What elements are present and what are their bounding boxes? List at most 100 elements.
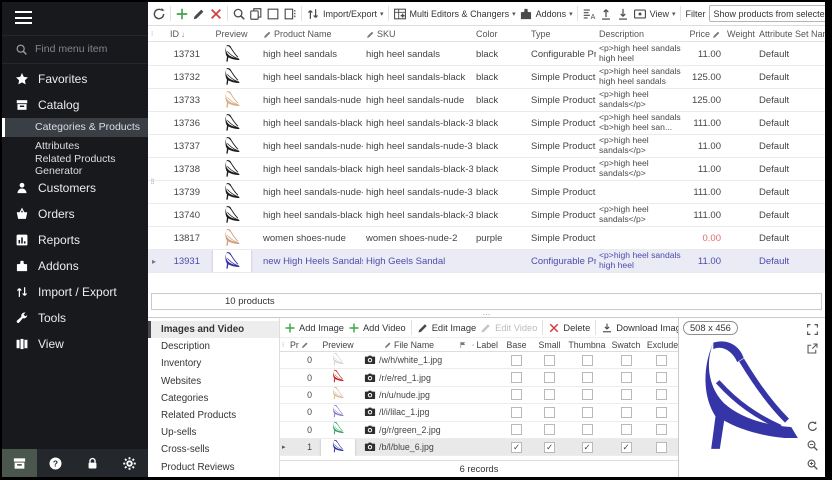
column-header-base[interactable]: Base (500, 340, 533, 350)
sidebar-subitem-related-products-generator[interactable]: Related Products Generator (2, 156, 148, 175)
tab-websites[interactable]: Websites (148, 373, 279, 390)
column-header-thumbna[interactable]: Thumbna (566, 340, 608, 350)
product-row-13817[interactable]: 13817 women shoes-nudewomen shoes-nude-2… (148, 227, 825, 250)
thumbnail-checkbox[interactable] (582, 407, 593, 418)
base-checkbox[interactable]: ✓ (511, 442, 522, 453)
category-filter-select[interactable]: Show products from selected categories ▾ (709, 5, 825, 22)
product-row-13737[interactable]: 13737 high heel sandals-nude-36high heel… (148, 135, 825, 158)
column-header-small[interactable]: Small (533, 340, 566, 350)
download-image-button[interactable]: Download Image (601, 322, 679, 334)
zoom-out-icon[interactable] (806, 439, 819, 452)
swatch-checkbox[interactable] (621, 389, 632, 400)
exclude-checkbox[interactable] (656, 355, 667, 366)
swatch-checkbox[interactable] (621, 407, 632, 418)
column-header-color[interactable]: Color (473, 27, 528, 41)
settings-button[interactable] (112, 449, 147, 477)
sidebar-item-tools[interactable]: Tools (2, 305, 148, 331)
exclude-checkbox[interactable] (656, 442, 667, 453)
base-checkbox[interactable] (511, 389, 522, 400)
delete-product-button[interactable] (209, 7, 223, 21)
column-header-label[interactable]: Label (470, 340, 500, 350)
exclude-checkbox[interactable] (656, 407, 667, 418)
sidebar-item-orders[interactable]: Orders (2, 201, 148, 227)
sidebar-item-import-export[interactable]: Import / Export (2, 279, 148, 305)
sidebar-item-view[interactable]: View (2, 331, 148, 357)
add-image-button[interactable]: Add Image (284, 322, 344, 334)
column-header-sku[interactable]: SKU (363, 27, 473, 41)
edit-video-button[interactable]: Edit Video (480, 322, 537, 334)
base-checkbox[interactable] (511, 355, 522, 366)
product-row-13739[interactable]: 13739 high heel sandals-nude-37high heel… (148, 181, 825, 204)
thumbnail-checkbox[interactable] (582, 389, 593, 400)
tab-product-reviews[interactable]: Product Reviews (148, 459, 279, 476)
tab-description[interactable]: Description (148, 338, 279, 355)
view-menu-button[interactable]: View ▾ (633, 7, 676, 21)
base-checkbox[interactable] (511, 372, 522, 383)
product-row-13740[interactable]: 13740 high heel sandals-black-38high hee… (148, 204, 825, 227)
edit-image-button[interactable]: Edit Image (417, 322, 476, 334)
sidebar-item-favorites[interactable]: Favorites (2, 66, 148, 92)
small-checkbox[interactable] (544, 389, 555, 400)
column-header-exclude[interactable]: Exclude (644, 340, 679, 350)
swatch-checkbox[interactable] (621, 355, 632, 366)
sidebar-item-reports[interactable]: Reports (2, 227, 148, 253)
small-checkbox[interactable] (544, 372, 555, 383)
image-row-b-l-blue-6-jpg[interactable]: ▸1 /b/l/blue_6.jpg✓✓✓✓ (280, 439, 678, 456)
hamburger-menu-button[interactable] (2, 2, 148, 35)
category-tree-splitter[interactable]: ⁝⁝ (148, 180, 156, 184)
thumbnail-checkbox[interactable]: ✓ (582, 442, 593, 453)
thumbnail-checkbox[interactable] (582, 355, 593, 366)
small-checkbox[interactable] (544, 424, 555, 435)
move-up-button[interactable] (599, 7, 613, 21)
open-external-icon[interactable] (806, 342, 819, 355)
image-row-g-r-green-2-jpg[interactable]: 0 /g/r/green_2.jpg (280, 422, 678, 439)
exclude-checkbox[interactable] (656, 372, 667, 383)
tab-inventory[interactable]: Inventory (148, 355, 279, 372)
small-checkbox[interactable] (544, 407, 555, 418)
add-product-button[interactable] (175, 7, 189, 21)
image-row-l-i-lilac-1-jpg[interactable]: 0 /l/i/lilac_1.jpg (280, 404, 678, 421)
help-button[interactable]: ? (38, 449, 73, 477)
product-row-13738[interactable]: 13738 high heel sandals-black-37high hee… (148, 158, 825, 181)
addons-menu-button[interactable]: Addons ▾ (519, 7, 573, 21)
tab-cross-sells[interactable]: Cross-sells (148, 441, 279, 458)
select-button[interactable] (266, 7, 280, 21)
delete-image-button[interactable]: Delete (548, 322, 590, 334)
import-export-menu-button[interactable]: Import/Export ▾ (306, 7, 384, 21)
horizontal-splitter[interactable]: … (148, 311, 825, 316)
base-checkbox[interactable] (511, 407, 522, 418)
column-header-file-name[interactable]: File Name (362, 340, 456, 350)
small-checkbox[interactable]: ✓ (544, 442, 555, 453)
store-manager-button[interactable] (2, 449, 37, 477)
tab-related-products[interactable]: Related Products (148, 407, 279, 424)
refresh-button[interactable] (152, 7, 166, 21)
base-checkbox[interactable] (511, 424, 522, 435)
product-row-13736[interactable]: 13736 high heel sandals-black-36high hee… (148, 112, 825, 135)
tab-images-and-video[interactable]: Images and Video (148, 321, 279, 338)
search-products-button[interactable] (232, 7, 246, 21)
exclude-checkbox[interactable] (656, 389, 667, 400)
add-video-button[interactable]: Add Video (348, 322, 406, 334)
multi-editors-menu-button[interactable]: Multi Editors & Changers ▾ (393, 7, 516, 21)
image-row-n-u-nude-jpg[interactable]: 0 /n/u/nude.jpg (280, 387, 678, 404)
swatch-checkbox[interactable] (621, 424, 632, 435)
sidebar-item-catalog[interactable]: Catalog (2, 92, 148, 118)
column-header-swatch[interactable]: Swatch (608, 340, 644, 350)
column-header-preview[interactable]: Preview (203, 27, 260, 41)
product-row-13732[interactable]: 13732 high heel sandals-blackhigh heel s… (148, 66, 825, 89)
column-header-preview[interactable]: Preview (314, 340, 362, 350)
column-header-pr[interactable]: Pr (288, 340, 314, 350)
tab-categories[interactable]: Categories (148, 390, 279, 407)
product-row-13733[interactable]: 13733 high heel sandals-nudehigh heel sa… (148, 89, 825, 112)
column-header-id[interactable]: ID↓ (158, 27, 203, 41)
edit-product-button[interactable] (192, 7, 206, 21)
column-header-product-name[interactable]: Product Name (260, 27, 363, 41)
swatch-checkbox[interactable] (621, 372, 632, 383)
thumbnail-checkbox[interactable] (582, 424, 593, 435)
image-row-w-h-white-1-jpg[interactable]: 0 /w/h/white_1.jpg (280, 352, 678, 369)
lock-button[interactable] (75, 449, 110, 477)
exclude-checkbox[interactable] (656, 424, 667, 435)
rotate-icon[interactable] (806, 420, 819, 433)
column-header-attribute-set-name[interactable]: Attribute Set Name (756, 27, 825, 41)
sort-button[interactable]: A (582, 7, 596, 21)
